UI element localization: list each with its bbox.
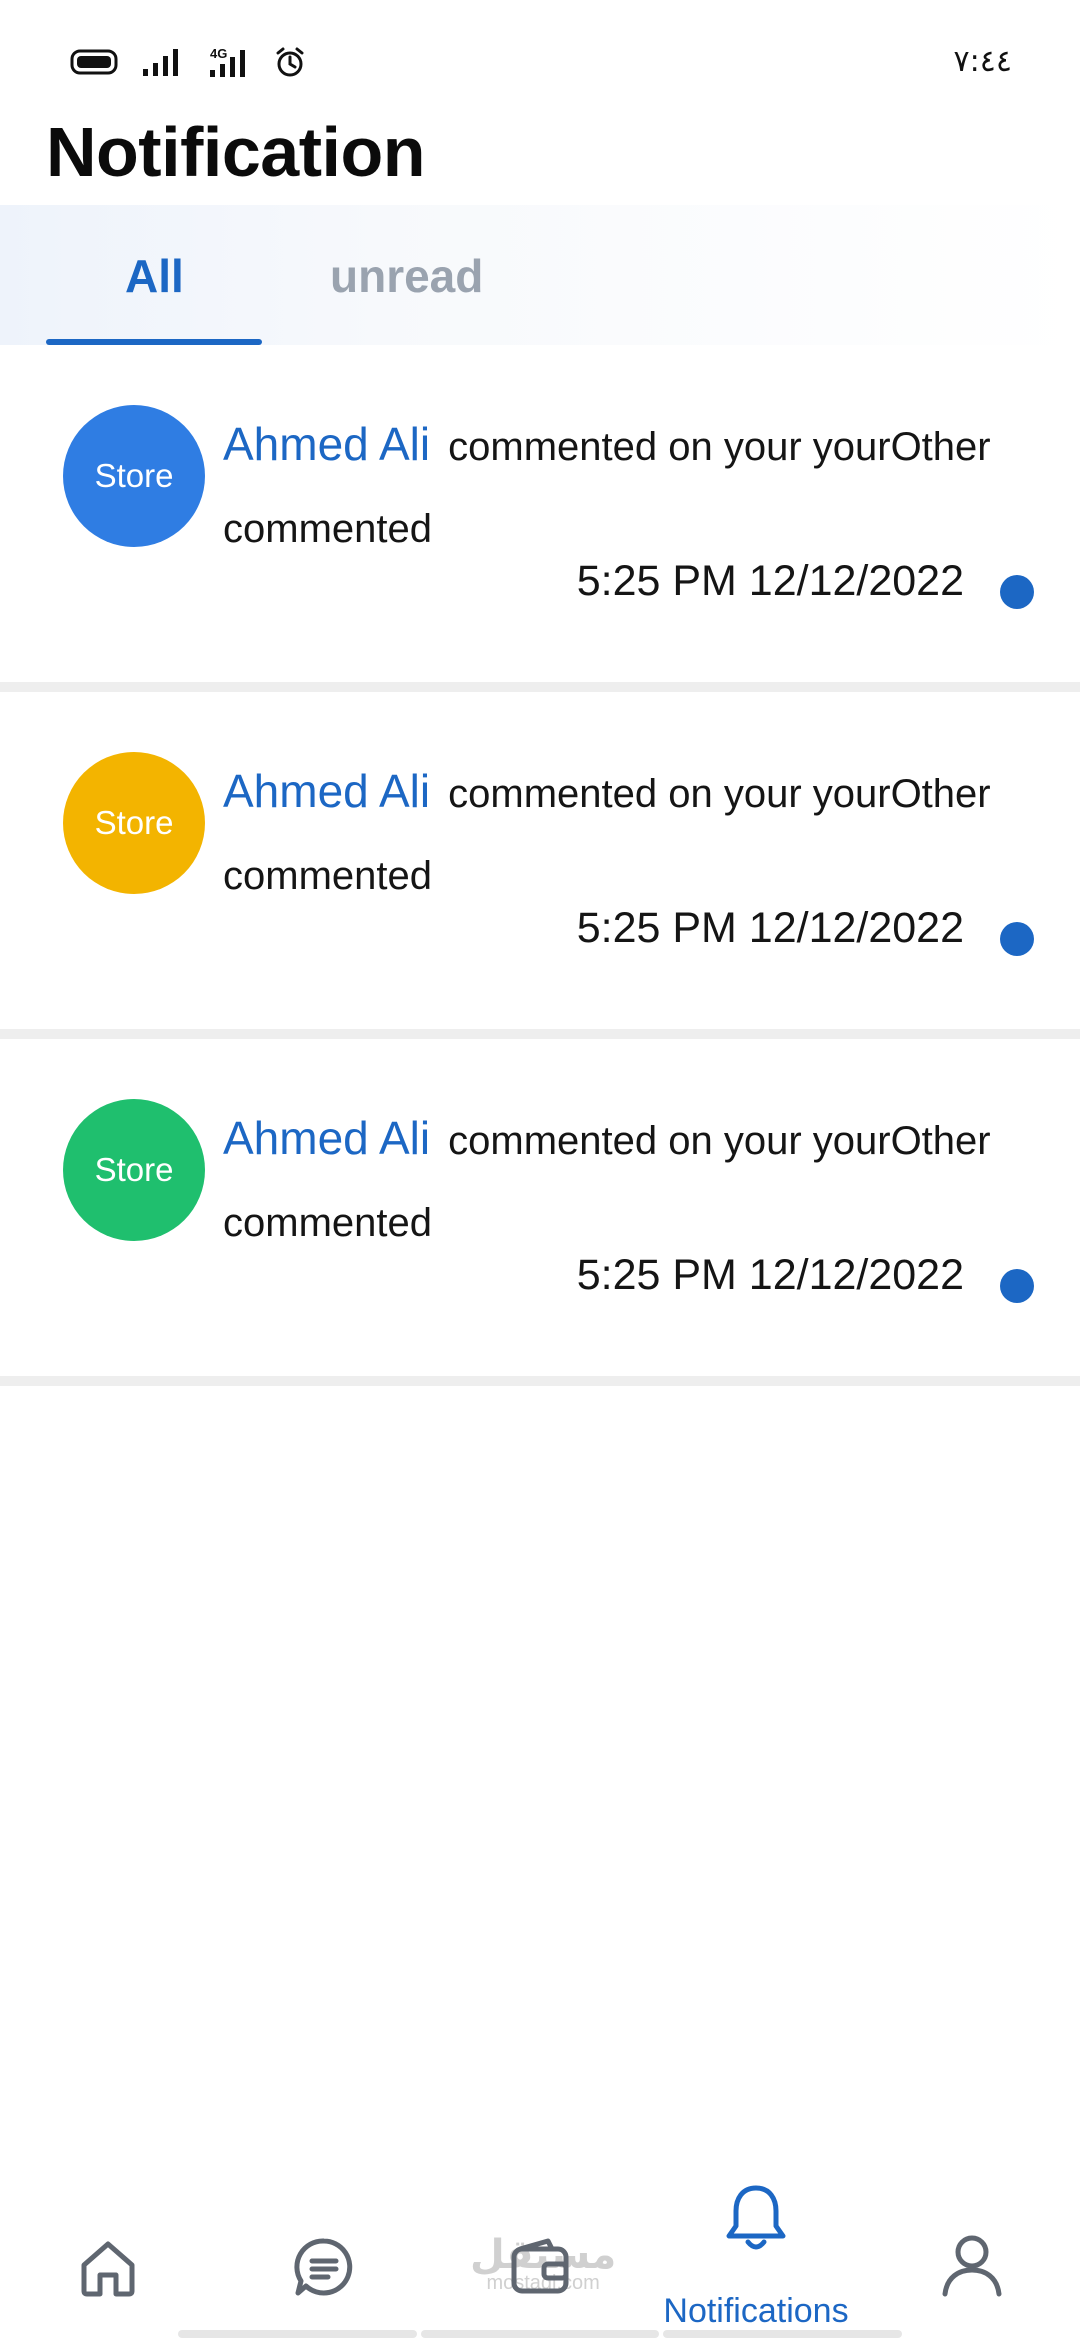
sender-name[interactable]: Ahmed Ali xyxy=(223,1112,430,1164)
nav-chat[interactable] xyxy=(216,2160,432,2330)
avatar-label: Store xyxy=(94,804,174,841)
bottom-nav: Notifications xyxy=(0,2160,1080,2340)
store-avatar: Store xyxy=(63,752,205,894)
unread-dot xyxy=(1000,575,1034,609)
tab-unread[interactable]: unread xyxy=(330,249,483,303)
notification-time: 5:25 PM 12/12/2022 xyxy=(576,557,964,605)
battery-icon xyxy=(70,49,118,75)
avatar-label: Store xyxy=(94,1151,174,1188)
store-avatar: Store xyxy=(63,405,205,547)
notification-time: 5:25 PM 12/12/2022 xyxy=(576,1251,964,1299)
nav-profile[interactable] xyxy=(864,2160,1080,2330)
status-icons: 4G xyxy=(70,46,306,78)
store-avatar: Store xyxy=(63,1099,205,1241)
status-time: ٧:٤٤ xyxy=(953,44,1012,79)
divider xyxy=(0,1029,1080,1039)
notification-time: 5:25 PM 12/12/2022 xyxy=(576,904,964,952)
tab-all[interactable]: All xyxy=(125,249,184,303)
unread-dot xyxy=(1000,1269,1034,1303)
sender-name[interactable]: Ahmed Ali xyxy=(223,765,430,817)
divider xyxy=(0,1376,1080,1386)
status-bar: 4G ٧:٤٤ xyxy=(0,0,1080,120)
nav-notifications[interactable]: Notifications xyxy=(648,2160,864,2330)
unread-dot xyxy=(1000,922,1034,956)
nav-notifications-label: Notifications xyxy=(663,2292,849,2330)
wallet-icon xyxy=(511,2238,569,2294)
chat-icon xyxy=(294,2238,353,2296)
notification-item[interactable]: Store Ahmed Ali commented on your yourOth… xyxy=(0,692,1080,1029)
svg-text:4G: 4G xyxy=(210,46,227,61)
alarm-icon xyxy=(276,47,304,77)
notification-message: Ahmed Ali commented on your yourOther com… xyxy=(223,750,1023,917)
home-icon xyxy=(81,2241,135,2297)
notification-item[interactable]: Store Ahmed Ali commented on your yourOth… xyxy=(0,1039,1080,1376)
notification-message: Ahmed Ali commented on your yourOther com… xyxy=(223,403,1023,570)
sender-name[interactable]: Ahmed Ali xyxy=(223,418,430,470)
nav-wallet[interactable] xyxy=(432,2160,648,2330)
tabs-bar: All unread xyxy=(0,205,1080,345)
nav-home[interactable] xyxy=(0,2160,216,2330)
notification-message: Ahmed Ali commented on your yourOther com… xyxy=(223,1097,1023,1264)
notification-list: Store Ahmed Ali commented on your yourOth… xyxy=(0,345,1080,1386)
avatar-label: Store xyxy=(94,457,174,494)
signal-icon xyxy=(143,49,178,76)
page-title: Notification xyxy=(46,113,425,191)
divider xyxy=(0,682,1080,692)
bell-icon xyxy=(726,2185,786,2250)
user-icon xyxy=(942,2235,1002,2297)
signal-4g-icon: 4G xyxy=(210,46,245,77)
home-indicator xyxy=(178,2330,903,2338)
notification-item[interactable]: Store Ahmed Ali commented on your yourOth… xyxy=(0,345,1080,682)
